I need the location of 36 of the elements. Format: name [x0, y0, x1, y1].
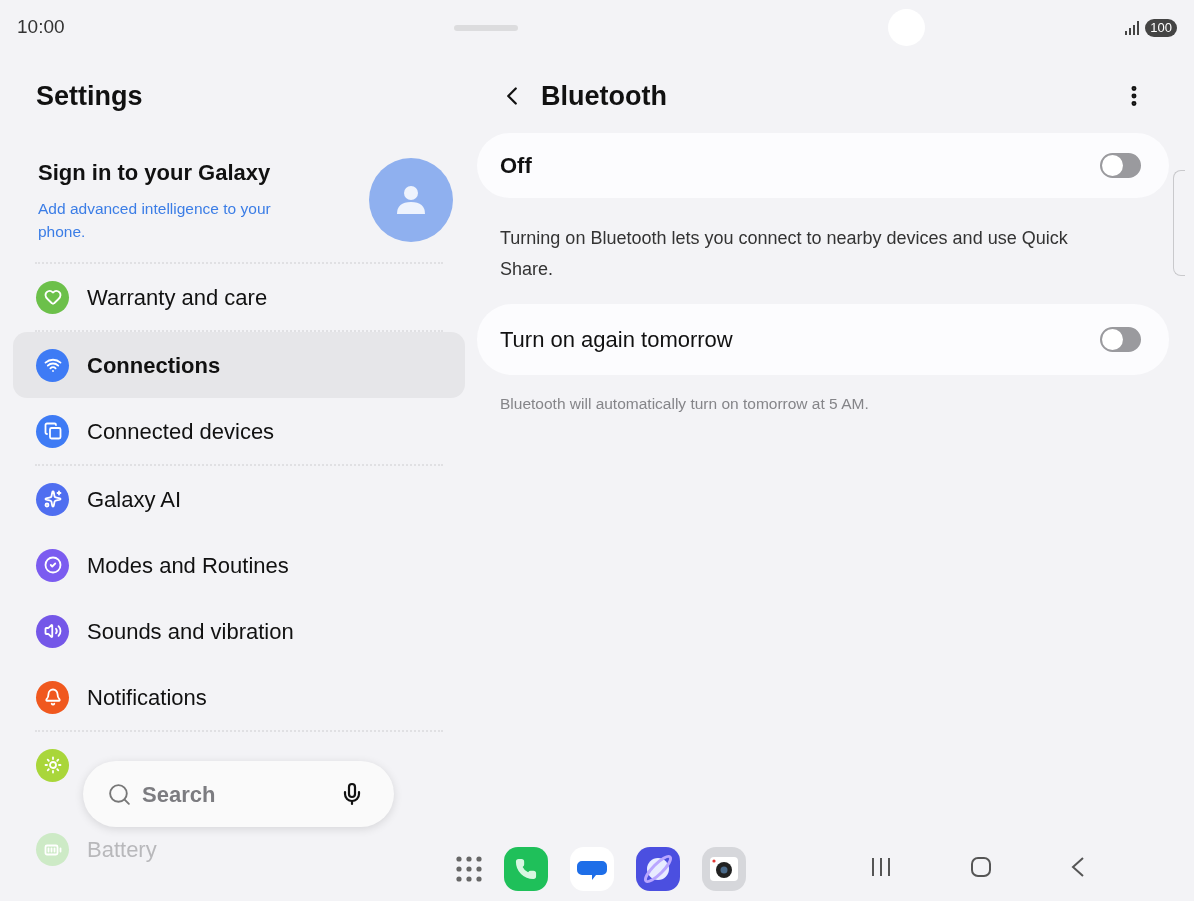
chat-app-icon[interactable] — [570, 847, 614, 891]
main-switch-row[interactable]: Off — [477, 133, 1169, 198]
item-label[interactable]: Connected devices — [87, 414, 275, 448]
recents-icon[interactable] — [870, 856, 892, 878]
back-nav-icon[interactable] — [1070, 856, 1086, 878]
selected-item-background[interactable]: Connections — [13, 332, 465, 398]
search-icon — [107, 781, 132, 807]
toggle-switch[interactable] — [1100, 327, 1141, 352]
item-label[interactable]: Sounds and vibration — [87, 614, 294, 648]
account-card[interactable]: Sign in to your Galaxy Add advanced intelligence to your phone. — [13, 137, 465, 262]
page-title: Settings — [35, 80, 144, 113]
switch-label: Off — [500, 152, 532, 180]
camera-app-icon[interactable] — [702, 847, 746, 891]
drag-handle[interactable] — [454, 24, 519, 31]
apps-grid-icon[interactable] — [456, 856, 482, 882]
planet-app-icon[interactable] — [636, 847, 680, 891]
item-label[interactable]: Warranty and care — [87, 280, 268, 314]
status-time: 10:00 — [17, 15, 65, 40]
option-note: Bluetooth will automatically turn on tomorrow at 5 AM. — [499, 394, 870, 414]
item-label[interactable]: Notifications — [87, 680, 207, 714]
item-label[interactable]: Modes and Routines — [87, 548, 289, 582]
search-placeholder: Search — [142, 780, 217, 809]
description-text: Turning on Bluetooth lets you connect to nearby devices and use Quick Share. — [500, 227, 1069, 281]
signal-icon — [1125, 20, 1142, 35]
edge-handle[interactable] — [1173, 170, 1185, 276]
account-title: Sign in to your Galaxy — [38, 159, 272, 187]
detail-title: Bluetooth — [541, 79, 667, 113]
switch-label: Turn on again tomorrow — [500, 326, 733, 354]
home-icon[interactable] — [970, 856, 992, 878]
toggle-switch[interactable] — [1100, 153, 1141, 178]
option-switch-row[interactable]: Turn on again tomorrow — [477, 304, 1169, 375]
item-label[interactable]: Connections — [87, 348, 221, 382]
search-popup[interactable]: Search — [83, 761, 394, 827]
item-label[interactable]: Galaxy AI — [87, 482, 182, 516]
account-subtitle: Add advanced intelligence to your phone. — [38, 199, 272, 242]
battery-badge: 100 — [1145, 18, 1177, 37]
